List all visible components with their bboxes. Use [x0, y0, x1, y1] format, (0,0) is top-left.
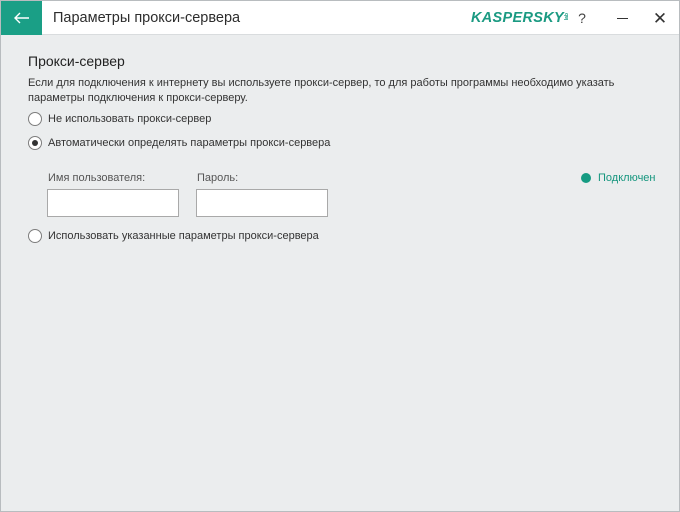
radio-button[interactable] — [28, 112, 42, 126]
title-bar: Параметры прокси-сервера KASPERSKY lab ?… — [1, 1, 679, 35]
settings-content: Прокси-сервер Если для подключения к инт… — [1, 36, 679, 511]
radio-button[interactable] — [28, 229, 42, 243]
radio-label: Не использовать прокси-сервер — [48, 113, 212, 125]
kaspersky-logo: KASPERSKY lab — [471, 10, 570, 28]
logo-text: KASPERSKY — [471, 10, 564, 26]
username-label: Имя пользователя: — [48, 172, 146, 184]
arrow-left-icon — [13, 12, 29, 24]
close-button[interactable]: ✕ — [642, 1, 678, 35]
section-description: Если для подключения к интернету вы испо… — [28, 77, 615, 104]
radio-auto-detect[interactable]: Автоматически определять параметры прокс… — [28, 136, 330, 150]
connection-status: Подключен — [581, 172, 656, 184]
minimize-button[interactable] — [604, 1, 640, 35]
radio-label: Автоматически определять параметры прокс… — [48, 137, 331, 149]
radio-manual-proxy[interactable]: Использовать указанные параметры прокси-… — [28, 229, 319, 243]
question-icon: ? — [578, 10, 586, 26]
close-icon: ✕ — [652, 8, 668, 28]
section-title: Прокси-сервер — [28, 53, 125, 69]
back-button[interactable] — [1, 1, 42, 35]
status-dot-icon — [581, 173, 591, 183]
password-label: Пароль: — [197, 172, 239, 184]
proxy-settings-window: Параметры прокси-сервера KASPERSKY lab ?… — [0, 0, 680, 512]
window-title: Параметры прокси-сервера — [53, 10, 241, 26]
radio-no-proxy[interactable]: Не использовать прокси-сервер — [28, 112, 211, 126]
minimize-icon — [616, 17, 628, 19]
radio-button-checked[interactable] — [28, 136, 42, 150]
username-field[interactable] — [47, 189, 179, 217]
password-field[interactable] — [196, 189, 328, 217]
help-button[interactable]: ? — [564, 1, 600, 35]
status-text: Подключен — [598, 172, 656, 184]
radio-label: Использовать указанные параметры прокси-… — [48, 230, 319, 242]
